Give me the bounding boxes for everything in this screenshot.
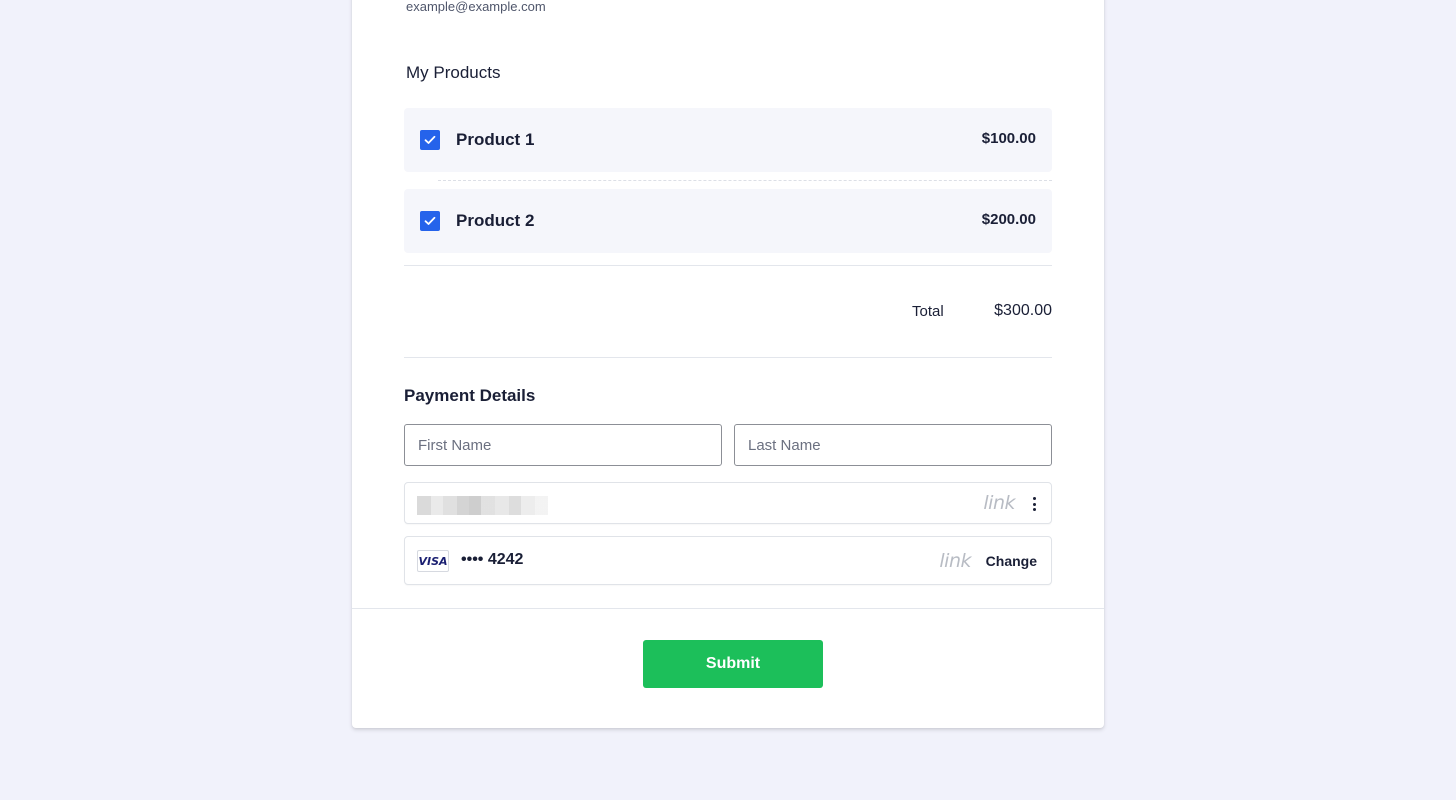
account-email: example@example.com: [406, 0, 546, 14]
check-icon: [424, 135, 436, 144]
product-divider: [438, 180, 1052, 181]
link-logo: link: [983, 492, 1015, 514]
card-number: •••• 4242: [461, 551, 524, 568]
saved-card-field[interactable]: VISA •••• 4242 link Change: [404, 536, 1052, 585]
divider: [404, 357, 1052, 358]
product-row[interactable]: Product 1 $100.00: [404, 108, 1052, 172]
total-label: Total: [912, 303, 944, 320]
link-logo: link: [939, 550, 971, 572]
payment-title: Payment Details: [404, 386, 536, 405]
redacted-email: [417, 496, 548, 515]
product-checkbox[interactable]: [420, 130, 440, 150]
divider: [404, 265, 1052, 266]
product-checkbox[interactable]: [420, 211, 440, 231]
product-row[interactable]: Product 2 $200.00: [404, 189, 1052, 253]
product-price: $200.00: [981, 211, 1036, 228]
footer-divider: [352, 608, 1104, 609]
checkout-card: example@example.com My Products Product …: [352, 0, 1104, 728]
link-email-field[interactable]: link: [404, 482, 1052, 524]
products-title: My Products: [406, 63, 501, 82]
kebab-menu-icon[interactable]: [1031, 497, 1037, 511]
check-icon: [424, 216, 436, 225]
visa-icon: VISA: [417, 550, 449, 572]
last-name-input[interactable]: [734, 424, 1052, 466]
total-value: $300.00: [994, 302, 1052, 319]
first-name-input[interactable]: [404, 424, 722, 466]
product-name: Product 2: [456, 211, 535, 230]
change-card-button[interactable]: Change: [986, 553, 1037, 569]
product-name: Product 1: [456, 130, 535, 149]
product-price: $100.00: [981, 130, 1036, 147]
submit-button[interactable]: Submit: [643, 640, 823, 688]
